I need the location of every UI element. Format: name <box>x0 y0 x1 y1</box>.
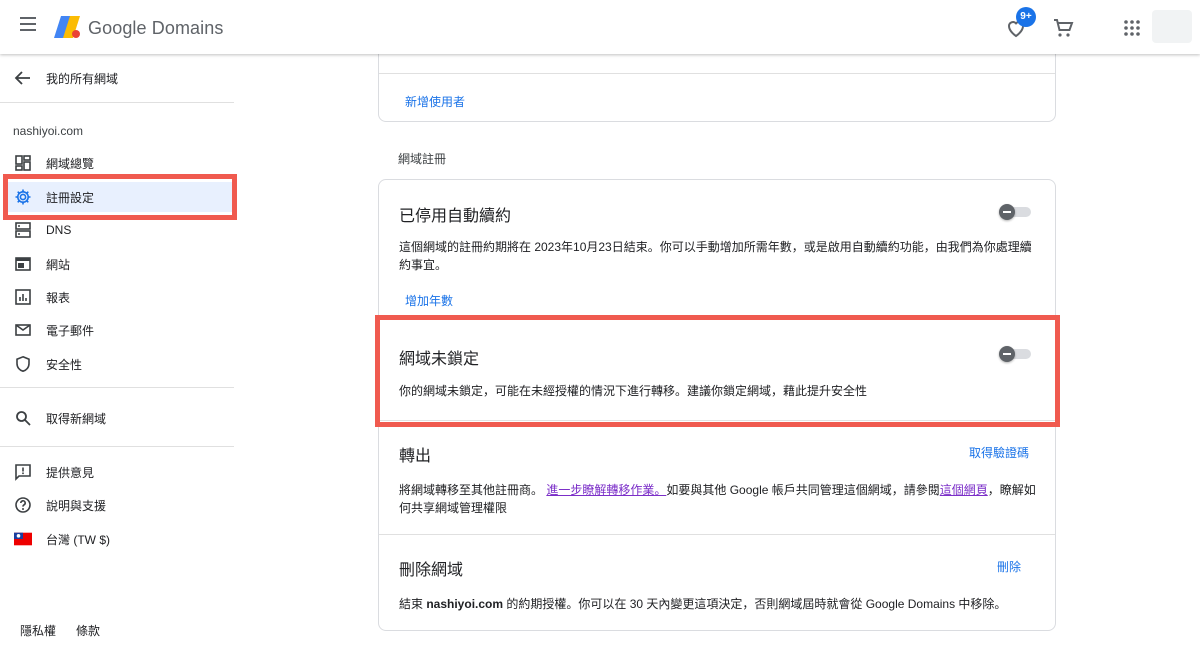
search-icon <box>14 409 32 427</box>
add-years-link[interactable]: 增加年數 <box>405 292 453 309</box>
users-card: 新增使用者 <box>378 46 1056 122</box>
nav-label: 報表 <box>46 290 71 305</box>
privacy-link[interactable]: 隱私權 <box>20 622 56 639</box>
taiwan-flag-icon <box>14 530 32 548</box>
nav-item-region[interactable]: 台灣 (TW $) <box>8 524 232 554</box>
delete-domain-name: nashiyoi.com <box>426 597 504 611</box>
nav-label: 網域總覽 <box>46 156 95 171</box>
nav-label: 電子郵件 <box>46 323 95 338</box>
autorenew-description: 這個網域的註冊約期將在 2023年10月23日結束。你可以手動增加所需年數，或是… <box>399 240 1032 272</box>
add-user-link[interactable]: 新增使用者 <box>405 93 465 110</box>
highlight-box <box>3 174 237 220</box>
get-auth-code-link[interactable]: 取得驗證碼 <box>969 444 1029 461</box>
autorenew-toggle[interactable] <box>999 204 1031 220</box>
google-domains-logo[interactable] <box>52 14 82 40</box>
feedback-icon <box>14 463 32 481</box>
delete-domain-title: 刪除網域 <box>399 562 464 579</box>
nav-label: 安全性 <box>46 357 83 372</box>
nav-label: 台灣 (TW $) <box>46 532 110 547</box>
divider <box>0 446 234 447</box>
divider <box>0 387 234 388</box>
website-icon <box>14 255 32 273</box>
current-domain: nashiyoi.com <box>13 124 84 138</box>
delete-link[interactable]: 刪除 <box>997 558 1021 575</box>
nav-item-help[interactable]: 說明與支援 <box>8 490 232 520</box>
divider <box>379 534 1055 535</box>
top-app-bar: Google Domains 9+ <box>0 0 1200 54</box>
delete-description: 結束 nashiyoi.com 的約期授權。你可以在 30 天內變更這項決定，否… <box>399 595 1039 613</box>
nav-label: DNS <box>46 223 72 237</box>
divider <box>379 73 1055 74</box>
help-icon <box>14 496 32 514</box>
nav-item-get-new-domain[interactable]: 取得新網域 <box>8 403 232 433</box>
apps-grid-icon[interactable] <box>1122 18 1142 38</box>
divider <box>0 102 234 103</box>
delete-text: 的約期授權。你可以在 30 天內變更這項決定，否則網域屆時就會從 Google … <box>503 597 1007 611</box>
back-to-all-domains[interactable]: 我的所有網域 <box>14 68 118 88</box>
nav-label: 提供意見 <box>46 465 95 480</box>
brand-name: Google Domains <box>88 18 224 38</box>
this-page-link[interactable]: 這個網頁 <box>940 483 988 497</box>
highlight-box <box>375 315 1060 427</box>
learn-transfer-link[interactable]: 進一步瞭解轉移作業。 <box>546 483 666 497</box>
menu-icon[interactable] <box>20 17 40 37</box>
delete-text: 結束 <box>399 597 427 611</box>
dashboard-icon <box>14 154 32 172</box>
footer-links: 隱私權 條款 <box>20 622 100 639</box>
nav-item-reports[interactable]: 報表 <box>8 282 232 312</box>
transfer-text: 將網域轉移至其他註冊商。 <box>399 483 544 497</box>
cart-icon[interactable] <box>1051 16 1075 40</box>
main-content: 新增使用者 網域註冊 已停用自動續約 這個網域的註冊約期將在 2023年10月2… <box>236 46 1200 658</box>
back-label: 我的所有網域 <box>46 71 119 86</box>
section-title: 網域註冊 <box>398 152 447 166</box>
terms-link[interactable]: 條款 <box>76 622 100 639</box>
autorenew-title: 已停用自動續約 <box>399 208 512 225</box>
transfer-description: 將網域轉移至其他註冊商。 進一步瞭解轉移作業。如要與其他 Google 帳戶共同… <box>399 481 1039 517</box>
account-avatar[interactable] <box>1152 10 1192 43</box>
dns-icon <box>14 221 32 239</box>
transfer-text: 如要與其他 Google 帳戶共同管理這個網域，請參閱 <box>666 483 940 497</box>
favorites-count-badge: 9+ <box>1016 7 1036 27</box>
nav-label: 網站 <box>46 257 71 272</box>
nav-item-email[interactable]: 電子郵件 <box>8 315 232 345</box>
transfer-title: 轉出 <box>399 448 432 465</box>
nav-item-website[interactable]: 網站 <box>8 249 232 279</box>
nav-label: 說明與支援 <box>46 498 107 513</box>
nav-label: 取得新網域 <box>46 411 107 426</box>
sidebar: 我的所有網域 nashiyoi.com 網域總覽 註冊設定 DNS 網站 報表 … <box>0 54 236 658</box>
nav-item-security[interactable]: 安全性 <box>8 349 232 379</box>
shield-icon <box>14 355 32 373</box>
report-icon <box>14 288 32 306</box>
nav-item-feedback[interactable]: 提供意見 <box>8 457 232 487</box>
arrow-back-icon <box>14 71 30 85</box>
mail-icon <box>14 321 32 339</box>
